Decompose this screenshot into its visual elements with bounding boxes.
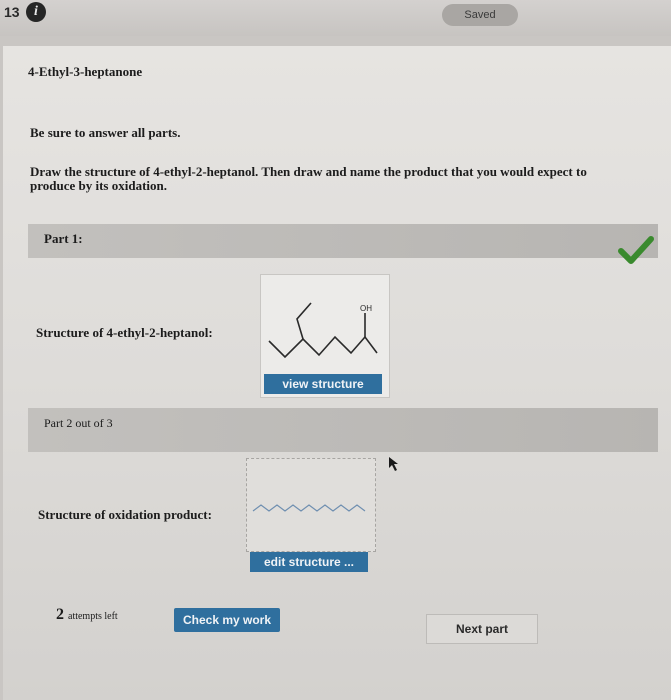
info-icon[interactable]: i <box>26 2 46 22</box>
next-part-button[interactable]: Next part <box>426 614 538 644</box>
prompt-text-line2: produce by its oxidation. <box>30 178 168 193</box>
check-icon <box>618 236 654 264</box>
question-number: 13 <box>4 4 20 20</box>
top-bar: 13 i Saved <box>0 0 671 36</box>
part1-structure-label: Structure of 4-ethyl-2-heptanol: <box>36 325 213 340</box>
part1-header-bar <box>28 224 658 258</box>
oh-label: OH <box>360 304 372 313</box>
part2-header: Part 2 out of 3 <box>44 416 113 430</box>
molecule-oxidation-product-sketch <box>252 504 366 512</box>
part2-header-bar <box>28 408 658 452</box>
saved-badge: Saved <box>442 4 518 26</box>
check-my-work-button[interactable]: Check my work <box>174 608 280 632</box>
instruction-text: Be sure to answer all parts. <box>30 125 181 140</box>
view-structure-button[interactable]: view structure <box>264 374 382 394</box>
attempts-left: 2 attempts left <box>56 606 118 624</box>
attempts-count: 2 <box>56 606 64 623</box>
drawing-area[interactable] <box>246 458 376 552</box>
question-title: 4-Ethyl-3-heptanone <box>28 64 143 79</box>
mouse-cursor-icon <box>389 457 398 471</box>
part2-structure-label: Structure of oxidation product: <box>38 507 212 522</box>
edit-structure-button[interactable]: edit structure ... <box>250 552 368 572</box>
part1-header: Part 1: <box>44 231 83 246</box>
attempts-text: attempts left <box>68 611 118 622</box>
